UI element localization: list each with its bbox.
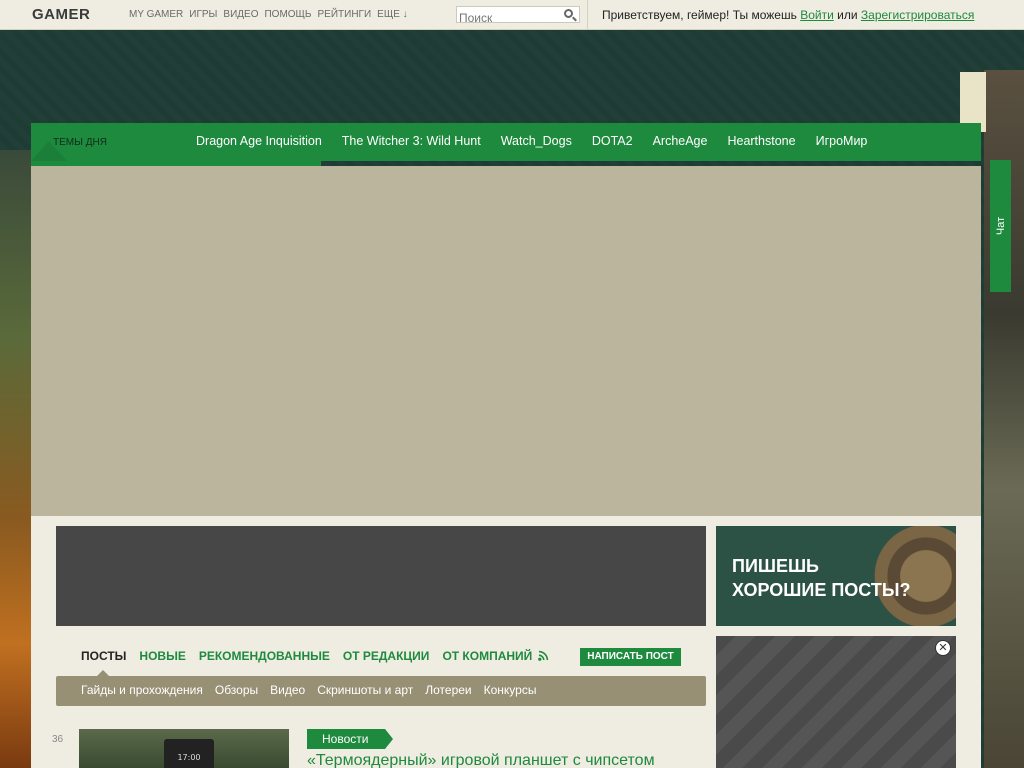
- tab-editorial[interactable]: ОТ РЕДАКЦИИ: [343, 649, 430, 663]
- greeting: Приветствуем, геймер! Ты можешь Войти ил…: [602, 8, 974, 22]
- promo-line-1: ПИШЕШЬ: [732, 556, 819, 576]
- tab-posts[interactable]: ПОСТЫ: [81, 649, 126, 663]
- nav-games[interactable]: ИГРЫ: [189, 9, 217, 20]
- theme-link-archeage[interactable]: ArcheAge: [653, 134, 708, 148]
- subnav-video[interactable]: Видео: [270, 683, 305, 697]
- subnav-guides[interactable]: Гайды и прохождения: [81, 683, 203, 697]
- top-nav: MY GAMER ИГРЫ ВИДЕО ПОМОЩЬ РЕЙТИНГИ ЕЩЕ …: [129, 9, 414, 20]
- search-input[interactable]: [457, 10, 557, 26]
- tab-new[interactable]: НОВЫЕ: [139, 649, 185, 663]
- subnav-lotteries[interactable]: Лотереи: [425, 683, 471, 697]
- subnav-reviews[interactable]: Обзоры: [215, 683, 258, 697]
- post-thumbnail[interactable]: 17:00: [79, 729, 289, 768]
- nav-video[interactable]: ВИДЕО: [223, 9, 258, 20]
- register-link[interactable]: Зарегистрироваться: [861, 8, 974, 22]
- side-ad[interactable]: [716, 636, 956, 768]
- search-box: [456, 6, 580, 26]
- theme-link-igromir[interactable]: ИгроМир: [816, 134, 868, 148]
- nav-more[interactable]: ЕЩЕ ↓: [377, 9, 408, 20]
- theme-link-dota2[interactable]: DOTA2: [592, 134, 633, 148]
- theme-link-witcher[interactable]: The Witcher 3: Wild Hunt: [342, 134, 481, 148]
- theme-links: Dragon Age Inquisition The Witcher 3: Wi…: [196, 134, 887, 148]
- post-title[interactable]: «Термоядерный» игровой планшет с чипсето…: [307, 752, 655, 768]
- chat-tab[interactable]: Чат: [990, 160, 1011, 292]
- content-ad[interactable]: [56, 526, 706, 626]
- rss-icon[interactable]: [538, 650, 549, 661]
- topbar-divider: [587, 0, 588, 30]
- nav-ratings[interactable]: РЕЙТИНГИ: [318, 9, 372, 20]
- nav-help[interactable]: ПОМОЩЬ: [264, 9, 311, 20]
- thumb-phone: 17:00: [164, 739, 214, 768]
- or-text: или: [837, 8, 858, 22]
- login-link[interactable]: Войти: [800, 8, 834, 22]
- post-comment-count: 36: [52, 734, 64, 745]
- theme-link-hearthstone[interactable]: Hearthstone: [727, 134, 795, 148]
- post-category-badge[interactable]: Новости: [307, 729, 393, 749]
- promo-text: ПИШЕШЬ ХОРОШИЕ ПОСТЫ?: [732, 554, 910, 602]
- subnav-links: Гайды и прохождения Обзоры Видео Скриншо…: [81, 683, 548, 697]
- greeting-text: Приветствуем, геймер! Ты можешь: [602, 8, 797, 22]
- write-post-button[interactable]: НАПИСАТЬ ПОСТ: [580, 648, 681, 666]
- banner-ad[interactable]: [31, 166, 981, 516]
- search-icon[interactable]: [564, 9, 573, 18]
- subnav-screenshots[interactable]: Скриншоты и арт: [317, 683, 413, 697]
- themes-label: ТЕМЫ ДНЯ: [53, 137, 107, 148]
- subnav-contests[interactable]: Конкурсы: [484, 683, 537, 697]
- theme-link-watch-dogs[interactable]: Watch_Dogs: [501, 134, 572, 148]
- close-icon[interactable]: ✕: [935, 640, 951, 656]
- theme-link-dragon-age[interactable]: Dragon Age Inquisition: [196, 134, 322, 148]
- post-tabs: ПОСТЫ НОВЫЕ РЕКОМЕНДОВАННЫЕ ОТ РЕДАКЦИИ …: [81, 649, 545, 663]
- chat-label: Чат: [995, 216, 1008, 236]
- tab-recommended[interactable]: РЕКОМЕНДОВАННЫЕ: [199, 649, 330, 663]
- left-decorative-art: [0, 150, 32, 768]
- top-bar: GAMER MY GAMER ИГРЫ ВИДЕО ПОМОЩЬ РЕЙТИНГ…: [0, 0, 1024, 30]
- tab-companies[interactable]: ОТ КОМПАНИЙ: [442, 649, 532, 663]
- promo-line-2: ХОРОШИЕ ПОСТЫ?: [732, 580, 911, 600]
- promo-banner[interactable]: ПИШЕШЬ ХОРОШИЕ ПОСТЫ?: [716, 526, 956, 626]
- nav-my-gamer[interactable]: MY GAMER: [129, 9, 183, 20]
- themes-bar: ТЕМЫ ДНЯ Dragon Age Inquisition The Witc…: [31, 123, 981, 161]
- site-logo[interactable]: GAMER: [32, 6, 90, 23]
